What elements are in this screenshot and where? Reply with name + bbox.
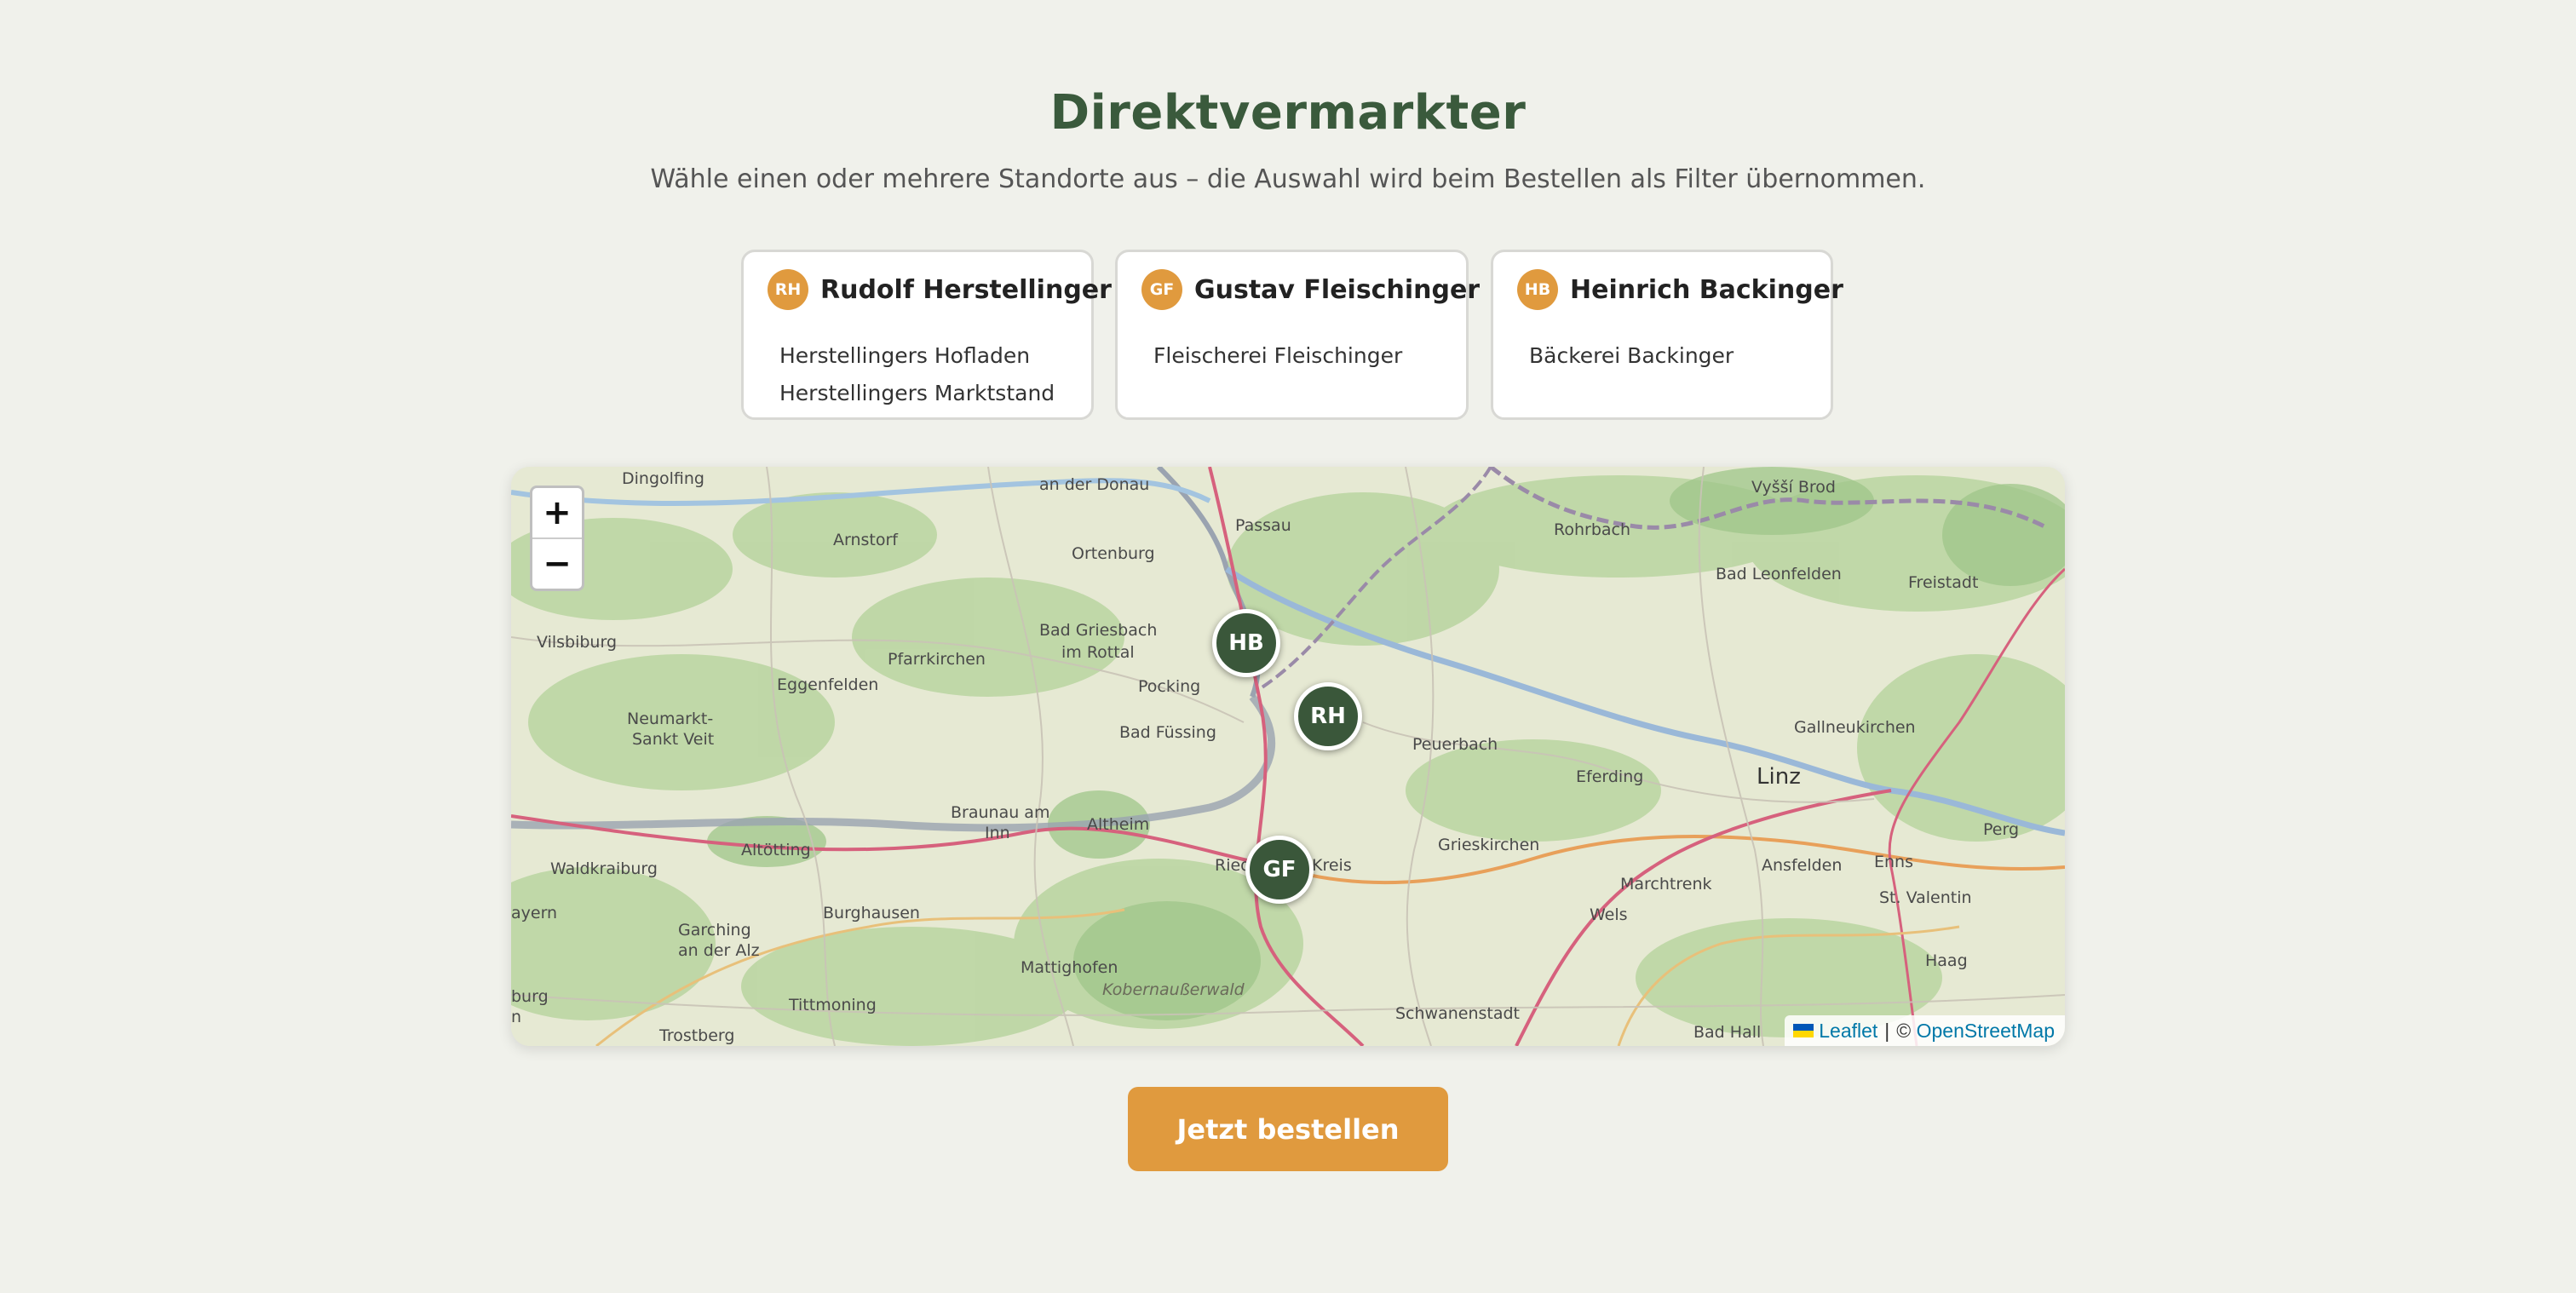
- map-place-label: Ortenburg: [1072, 544, 1155, 563]
- openstreetmap-link[interactable]: OpenStreetMap: [1917, 1020, 2055, 1043]
- producer-card-header: RH Rudolf Herstellinger: [768, 269, 1112, 310]
- map-place-label: Rohrbach: [1554, 520, 1630, 539]
- copyright-symbol: ©: [1896, 1019, 1912, 1042]
- location-list: Fleischerei Fleischinger: [1153, 337, 1458, 375]
- map-place-label: Wels: [1590, 905, 1628, 924]
- leaflet-link[interactable]: Leaflet: [1819, 1020, 1877, 1043]
- map-place-label: Grieskirchen: [1438, 836, 1539, 854]
- map-place-label: Inn: [985, 824, 1010, 842]
- map-place-label: Gallneukirchen: [1794, 718, 1916, 737]
- map-place-label: Altheim: [1087, 815, 1149, 834]
- producer-card-rh[interactable]: RH Rudolf Herstellinger Herstellingers H…: [741, 250, 1112, 420]
- map-attribution: Leaflet | © OpenStreetMap: [1785, 1015, 2065, 1046]
- location-list: Herstellingers Hofladen Herstellingers M…: [779, 337, 1083, 412]
- avatar: GF: [1141, 269, 1182, 310]
- map-place-label: Perg: [1983, 820, 2019, 839]
- page-subtitle: Wähle einen oder mehrere Standorte aus –…: [650, 164, 1926, 194]
- order-button[interactable]: Jetzt bestellen: [1128, 1087, 1448, 1171]
- map-place-label: Dingolfing: [622, 469, 704, 488]
- map-place-label: Vyšší Brod: [1751, 478, 1836, 497]
- zoom-out-button[interactable]: −: [532, 537, 582, 589]
- map-place-label: Schwanenstadt: [1395, 1004, 1520, 1023]
- map-place-label: Kobernaußerwald: [1102, 980, 1245, 999]
- map-place-label: Marchtrenk: [1620, 875, 1712, 894]
- location-item[interactable]: Fleischerei Fleischinger: [1153, 337, 1458, 375]
- producer-name: Rudolf Herstellinger: [820, 274, 1112, 305]
- map-place-label: Linz: [1757, 764, 1801, 790]
- location-list: Bäckerei Backinger: [1529, 337, 1822, 375]
- map-place-label: Pocking: [1138, 677, 1200, 696]
- zoom-control: + −: [530, 486, 584, 591]
- map-place-label: Arnstorf: [833, 531, 899, 549]
- map[interactable]: Dingolfing an der Donau Passau Rohrbach …: [511, 467, 2065, 1046]
- map-place-label: Enns: [1874, 853, 1913, 871]
- map-place-label: im Rottal: [1061, 643, 1135, 662]
- map-place-label: Vilsbiburg: [537, 633, 617, 652]
- producer-card-header: GF Gustav Fleischinger: [1141, 269, 1480, 310]
- map-place-label: Altötting: [741, 841, 811, 859]
- map-place-label: Neumarkt-: [627, 710, 713, 728]
- map-place-label: Eggenfelden: [777, 675, 878, 694]
- map-tiles[interactable]: Dingolfing an der Donau Passau Rohrbach …: [511, 467, 2065, 1046]
- attribution-separator: |: [1884, 1019, 1890, 1042]
- producer-name: Gustav Fleischinger: [1194, 274, 1481, 305]
- zoom-in-button[interactable]: +: [532, 488, 582, 537]
- map-place-label: Eferding: [1576, 767, 1643, 786]
- map-place-label: ayern: [511, 904, 557, 922]
- location-item[interactable]: Bäckerei Backinger: [1529, 337, 1822, 375]
- map-place-label: Trostberg: [658, 1026, 734, 1045]
- map-place-label: Kreis: [1312, 856, 1352, 875]
- producer-card-hb[interactable]: HB Heinrich Backinger Bäckerei Backinger: [1491, 250, 1843, 420]
- map-place-label: Passau: [1235, 516, 1291, 535]
- map-place-label: Pfarrkirchen: [888, 650, 986, 669]
- map-marker-gf[interactable]: GF: [1245, 836, 1314, 904]
- map-place-label: an der Alz: [678, 941, 760, 960]
- ukraine-flag-icon: [1793, 1024, 1814, 1037]
- map-place-label: Ansfelden: [1762, 856, 1842, 875]
- map-place-label: Burghausen: [823, 904, 920, 922]
- location-item[interactable]: Herstellingers Hofladen: [779, 337, 1083, 375]
- map-place-label: Bad Leonfelden: [1716, 565, 1842, 583]
- map-place-label: Bad Hall: [1693, 1023, 1761, 1042]
- map-place-label: Mattighofen: [1021, 958, 1118, 977]
- avatar: RH: [768, 269, 808, 310]
- producer-name: Heinrich Backinger: [1570, 274, 1843, 305]
- map-marker-rh[interactable]: RH: [1294, 682, 1362, 750]
- map-place-label: Bad Füssing: [1119, 723, 1216, 742]
- map-place-label: Braunau am: [951, 803, 1049, 822]
- map-place-label: Haag: [1925, 951, 1968, 970]
- page-title: Direktvermarkter: [1049, 85, 1527, 141]
- map-place-label: burg: [511, 987, 549, 1006]
- map-place-label: Bad Griesbach: [1039, 621, 1157, 640]
- map-place-label: Sankt Veit: [632, 730, 714, 749]
- map-place-label: an der Donau: [1039, 475, 1149, 494]
- avatar: HB: [1517, 269, 1558, 310]
- map-place-label: St. Valentin: [1879, 888, 1972, 907]
- map-place-label: Waldkraiburg: [550, 859, 658, 878]
- map-place-label: Peuerbach: [1412, 735, 1498, 754]
- producer-card-gf[interactable]: GF Gustav Fleischinger Fleischerei Fleis…: [1115, 250, 1480, 420]
- producer-card-header: HB Heinrich Backinger: [1517, 269, 1843, 310]
- map-marker-hb[interactable]: HB: [1212, 609, 1280, 677]
- location-item[interactable]: Herstellingers Marktstand: [779, 375, 1083, 412]
- map-place-label: Freistadt: [1908, 573, 1978, 592]
- map-place-label: n: [511, 1008, 521, 1026]
- map-place-label: Tittmoning: [788, 996, 877, 1014]
- map-place-label: Garching: [678, 921, 751, 940]
